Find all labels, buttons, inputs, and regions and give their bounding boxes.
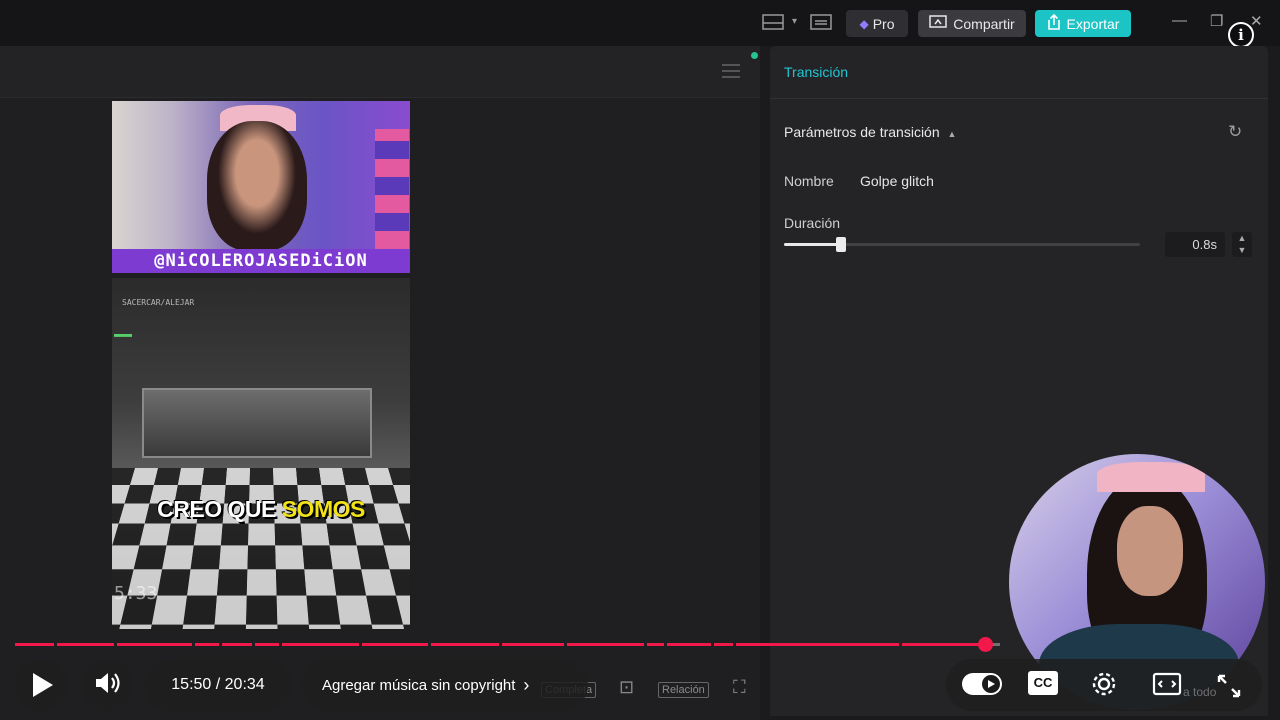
subtitles-icon[interactable]	[810, 14, 832, 33]
webcam-face	[1117, 506, 1183, 596]
ghost-focus-icon: ⊡	[619, 677, 635, 697]
chevron-right-icon: ›	[523, 674, 530, 695]
kitchen-counter	[142, 388, 372, 458]
progress-played-segment	[362, 643, 428, 646]
panel-divider	[770, 98, 1268, 99]
maximize-icon[interactable]: ❐	[1210, 12, 1223, 30]
progress-played-segment	[667, 643, 711, 646]
overlay-tag-green: ▬▬▬	[114, 330, 133, 341]
stepper-down-icon[interactable]: ▼	[1232, 244, 1252, 256]
overlay-tag: SACERCAR/ALEJAR	[122, 298, 195, 307]
player-header	[0, 46, 760, 98]
progress-played-segment	[431, 643, 499, 646]
export-label: Exportar	[1066, 15, 1120, 32]
chevron-down-icon[interactable]: ▾	[792, 16, 797, 27]
menu-icon[interactable]	[722, 64, 740, 78]
progress-played-segment	[57, 643, 114, 646]
play-button[interactable]	[15, 659, 67, 711]
add-music-label: Agregar música sin copyright	[322, 676, 516, 694]
progress-played-segment	[117, 643, 192, 646]
username-banner: @NiCOLEROJASEDiCiON	[112, 249, 410, 273]
checkered-floor	[112, 468, 410, 629]
title-bar: ▾ ◆ Pro Compartir Exportar — ❐ ✕	[0, 0, 1280, 46]
duration-slider-thumb[interactable]	[835, 237, 846, 252]
caret-up-icon: ▲	[947, 129, 957, 139]
pro-button[interactable]: ◆ Pro	[846, 10, 908, 37]
add-music-button[interactable]: Agregar música sin copyright ›	[302, 659, 588, 711]
duration-input[interactable]: 0.8s	[1165, 232, 1225, 257]
minimize-icon[interactable]: —	[1172, 12, 1187, 29]
progress-played-segment	[736, 643, 899, 646]
time-display: 15:50 / 20:34	[145, 659, 291, 711]
layout-icon[interactable]	[762, 14, 784, 33]
progress-played-segment	[15, 643, 54, 646]
info-icon[interactable]: i	[1228, 22, 1254, 48]
duration-label: Duración	[784, 215, 841, 231]
webcam-cat-ears	[1097, 462, 1205, 492]
progress-played-segment	[195, 643, 219, 646]
name-value: Golpe glitch	[860, 173, 934, 189]
progress-played-segment	[567, 643, 644, 646]
play-icon	[33, 673, 53, 697]
tab-transition[interactable]: Transición	[784, 64, 848, 80]
export-button[interactable]: Exportar	[1035, 10, 1131, 37]
theater-mode-icon[interactable]	[1152, 671, 1182, 702]
volume-button[interactable]	[82, 659, 134, 711]
progress-played-segment	[502, 643, 564, 646]
duration-stepper[interactable]: ▲ ▼	[1232, 232, 1252, 257]
autoplay-toggle[interactable]	[962, 673, 1002, 695]
app-window: ▾ ◆ Pro Compartir Exportar — ❐ ✕ i @NiCO…	[0, 0, 1280, 720]
cc-button[interactable]: CC	[1028, 671, 1058, 695]
ghost-corner-text: a todo	[1183, 685, 1217, 699]
duration-slider-fill	[784, 243, 841, 246]
stepper-up-icon[interactable]: ▲	[1232, 232, 1252, 244]
diamond-icon: ◆	[859, 16, 869, 31]
status-dot	[751, 52, 758, 59]
progress-played-segment	[222, 643, 252, 646]
video-progress-bar[interactable]	[15, 643, 1000, 646]
pro-label: Pro	[872, 15, 895, 32]
progress-played-segment	[714, 643, 733, 646]
share-button[interactable]: Compartir	[918, 10, 1026, 37]
ghost-ratio-label: Relación	[658, 682, 709, 698]
streamer-face	[207, 121, 307, 251]
caption-highlight: SOMOS	[281, 496, 366, 522]
share-screen-icon	[929, 15, 948, 32]
ghost-fullscreen-icon: ⛶	[733, 677, 746, 697]
volume-icon	[93, 670, 123, 701]
share-label: Compartir	[953, 15, 1015, 32]
gameplay-video-frame: SACERCAR/ALEJAR ▬▬▬ CREO QUE SOMOS 5:33	[112, 278, 410, 629]
fullscreen-exit-icon[interactable]	[1215, 672, 1243, 705]
progress-played-segment	[255, 643, 279, 646]
progress-played-segment	[647, 643, 664, 646]
player-area: @NiCOLEROJASEDiCiON SACERCAR/ALEJAR ▬▬▬ …	[0, 46, 760, 720]
duration-slider[interactable]	[784, 237, 1140, 252]
subtitle-caption: CREO QUE SOMOS	[112, 496, 410, 523]
upload-icon	[1047, 13, 1061, 33]
video-timestamp: 5:33	[114, 583, 158, 604]
name-label: Nombre	[784, 173, 834, 189]
progress-played-segment	[902, 643, 983, 646]
reset-icon[interactable]: ↻	[1228, 122, 1242, 142]
caption-plain: CREO QUE	[157, 496, 282, 522]
section-title[interactable]: Parámetros de transición ▲	[784, 124, 956, 140]
webcam-video-frame: @NiCOLEROJASEDiCiON	[112, 101, 410, 273]
background-poster	[375, 129, 409, 249]
gear-icon[interactable]	[1090, 670, 1118, 703]
autoplay-play-icon	[988, 680, 995, 688]
section-title-label: Parámetros de transición	[784, 124, 940, 140]
progress-played-segment	[282, 643, 359, 646]
